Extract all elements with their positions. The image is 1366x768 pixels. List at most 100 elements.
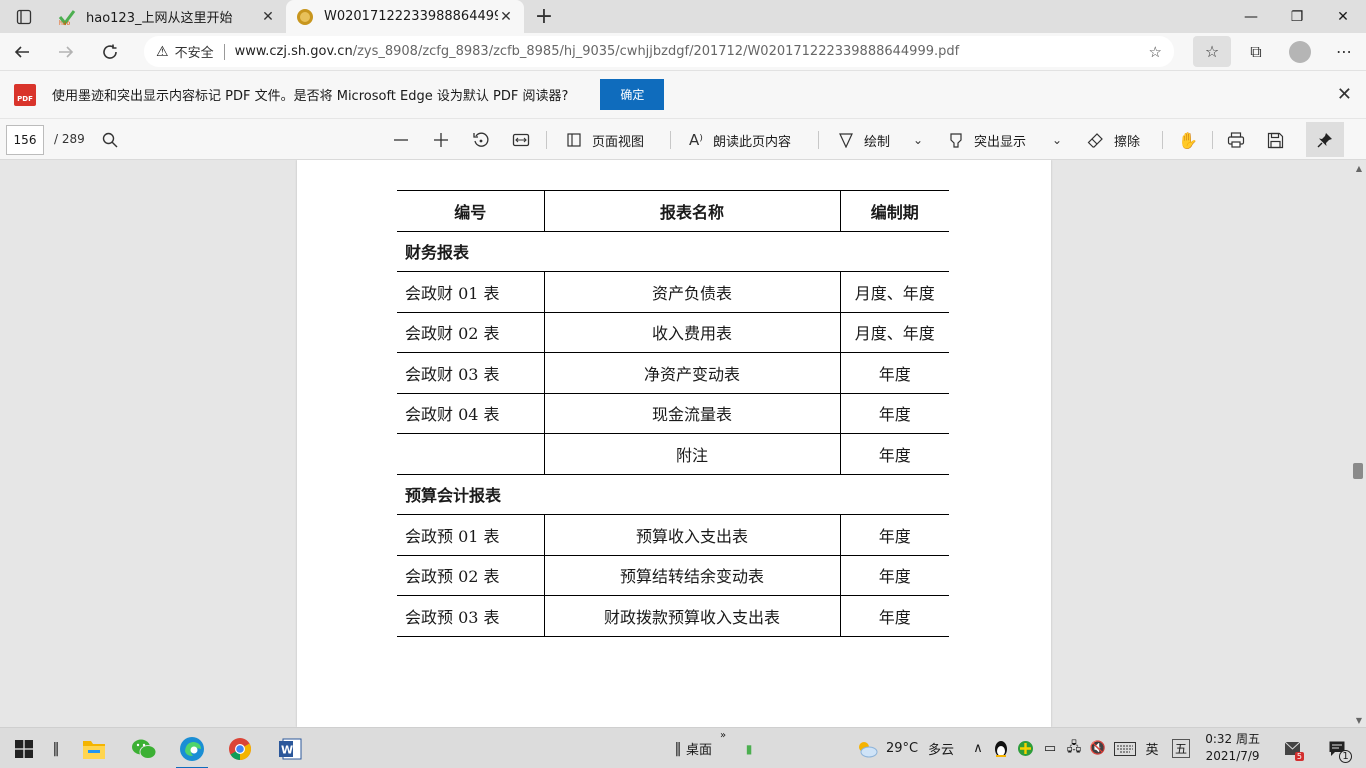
confirm-button[interactable]: 确定 xyxy=(600,79,665,110)
network-icon[interactable]: 🖧 xyxy=(1063,728,1085,768)
edge-app[interactable] xyxy=(168,728,216,768)
ime-language-indicator[interactable]: 英 xyxy=(1142,728,1162,768)
page-view-button[interactable]: 页面视图 xyxy=(566,128,644,152)
weather-description[interactable]: 多云 xyxy=(924,728,958,768)
draw-options-chevron-icon[interactable]: ⌄ xyxy=(913,128,923,152)
touch-write-icon[interactable]: ✋ xyxy=(1178,128,1198,152)
scrollbar-thumb[interactable] xyxy=(1353,463,1363,479)
mail-badge: 5 xyxy=(1294,752,1304,761)
zoom-in-icon[interactable] xyxy=(433,128,449,152)
qq-penguin-icon[interactable] xyxy=(990,728,1012,768)
tab-actions-button[interactable] xyxy=(0,0,48,33)
back-arrow-icon xyxy=(14,45,29,58)
system-clock[interactable]: 0:32 周五 2021/7/9 xyxy=(1205,731,1260,765)
toolbar-expand-icon[interactable]: » xyxy=(716,728,730,768)
chrome-app[interactable] xyxy=(216,728,264,768)
profile-avatar[interactable] xyxy=(1289,40,1311,63)
scroll-up-icon[interactable]: ▲ xyxy=(1356,164,1362,173)
highlight-options-chevron-icon[interactable]: ⌄ xyxy=(1052,128,1062,152)
toolbar-divider xyxy=(670,131,671,149)
close-tab-icon[interactable]: ✕ xyxy=(260,9,276,25)
weather-temperature[interactable]: 29°C xyxy=(884,728,920,768)
report-name-cell: 收入费用表 xyxy=(544,312,841,353)
minimize-icon[interactable]: — xyxy=(1228,0,1274,33)
report-number-cell: 会政预 02 表 xyxy=(397,555,545,596)
touch-keyboard-icon[interactable] xyxy=(1112,728,1138,768)
report-number-cell: 会政财 04 表 xyxy=(397,393,545,434)
refresh-icon xyxy=(103,44,117,59)
ime-mode-indicator[interactable]: 五 xyxy=(1170,728,1192,768)
close-tab-icon[interactable]: ✕ xyxy=(498,9,514,25)
page-number-input[interactable]: 156 xyxy=(6,125,44,155)
desktop-toolbar[interactable]: 桌面 xyxy=(684,728,714,768)
pdf-viewport[interactable]: 编号 报表名称 编制期 财务报表 会政财 01 表资产负债表 月度、年度 会政财 02… xyxy=(0,160,1366,727)
tab-pdf[interactable]: W020171222339888644999.pdf ✕ xyxy=(286,0,524,33)
section-header-row: 财务报表 xyxy=(397,231,949,272)
pdf-page: 编号 报表名称 编制期 财务报表 会政财 01 表资产负债表 月度、年度 会政财 02… xyxy=(297,160,1051,727)
close-window-icon[interactable]: ✕ xyxy=(1320,0,1366,33)
restore-icon[interactable]: ❐ xyxy=(1274,0,1320,33)
report-period-cell: 年度 xyxy=(840,352,949,394)
battery-app-icon[interactable]: ▮ xyxy=(740,728,758,768)
report-period-cell: 月度、年度 xyxy=(840,312,949,353)
print-icon[interactable] xyxy=(1227,128,1245,152)
fit-width-icon[interactable] xyxy=(512,128,530,152)
url-text[interactable]: www.czj.sh.gov.cn/zys_8908/zcfg_8983/zcf… xyxy=(235,44,1141,59)
favorites-icon[interactable]: ☆ xyxy=(1193,36,1231,67)
forward-button[interactable] xyxy=(44,33,88,70)
file-explorer-app[interactable] xyxy=(70,728,118,768)
table-row: 会政财 03 表净资产变动表 年度 xyxy=(397,352,949,394)
pin-toolbar-icon[interactable] xyxy=(1306,122,1344,157)
highlighter-icon xyxy=(950,133,962,148)
report-period-cell: 年度 xyxy=(840,393,949,434)
word-app[interactable]: W xyxy=(266,728,314,768)
warning-icon[interactable]: ⚠ xyxy=(156,44,169,60)
action-center-button[interactable]: 1 xyxy=(1320,728,1354,768)
report-name-cell: 净资产变动表 xyxy=(544,352,841,394)
forward-arrow-icon xyxy=(59,45,74,58)
new-tab-button[interactable]: + xyxy=(524,0,564,33)
weather-icon[interactable] xyxy=(852,728,882,768)
erase-button[interactable]: 擦除 xyxy=(1087,128,1140,152)
report-number-cell: 会政预 01 表 xyxy=(397,514,545,556)
page-total: / 289 xyxy=(54,132,85,146)
erase-label: 擦除 xyxy=(1114,134,1141,150)
draw-pen-icon xyxy=(839,133,853,148)
collections-icon[interactable]: ⧉ xyxy=(1234,33,1278,70)
toolbar-divider xyxy=(1212,131,1213,149)
report-number-cell: 会政财 02 表 xyxy=(397,312,545,353)
mail-app-icon[interactable]: 5 xyxy=(1282,728,1308,768)
draw-button[interactable]: 绘制 xyxy=(838,128,890,152)
refresh-button[interactable] xyxy=(88,33,132,70)
rotate-icon[interactable] xyxy=(472,128,490,152)
scroll-down-icon[interactable]: ▼ xyxy=(1356,716,1362,725)
save-icon[interactable] xyxy=(1267,128,1284,152)
settings-more-icon[interactable]: ⋯ xyxy=(1322,33,1366,70)
zoom-out-icon[interactable] xyxy=(393,128,409,152)
table-row: 会政预 03 表财政拨款预算收入支出表 年度 xyxy=(397,595,949,637)
security-label[interactable]: 不安全 xyxy=(175,42,214,61)
hao123-logo-icon: hao xyxy=(58,9,76,26)
close-infobar-icon[interactable]: ✕ xyxy=(1337,84,1352,105)
volume-muted-icon[interactable]: 🔇 xyxy=(1087,728,1109,768)
read-aloud-button[interactable]: A⁾ 朗读此页内容 xyxy=(689,128,791,152)
search-icon[interactable] xyxy=(102,128,118,152)
omnibox[interactable]: ⚠ 不安全 www.czj.sh.gov.cn/zys_8908/zcfg_89… xyxy=(144,36,1174,67)
show-hidden-icons-chevron-icon[interactable]: ∧ xyxy=(968,728,988,768)
table-row: 会政预 02 表预算结转结余变动表 年度 xyxy=(397,555,949,596)
start-button[interactable] xyxy=(0,728,48,768)
vertical-scrollbar[interactable]: ▲ ▼ xyxy=(1350,160,1366,727)
back-button[interactable] xyxy=(0,33,44,70)
tab-title: hao123_上网从这里开始 xyxy=(86,11,233,26)
wechat-app[interactable] xyxy=(120,728,168,768)
security-shield-icon[interactable] xyxy=(1014,728,1036,768)
task-view-divider[interactable]: ‖ xyxy=(50,728,62,768)
report-period-cell: 年度 xyxy=(840,433,949,475)
report-period-cell: 年度 xyxy=(840,555,949,596)
tab-hao123[interactable]: hao hao123_上网从这里开始 ✕ xyxy=(48,0,286,33)
add-favorite-icon[interactable]: ☆ xyxy=(1149,43,1162,61)
report-name-cell: 资产负债表 xyxy=(544,271,841,313)
usb-device-icon[interactable]: ▭ xyxy=(1039,728,1061,768)
file-explorer-icon xyxy=(83,740,105,759)
highlight-button[interactable]: 突出显示 xyxy=(948,128,1026,152)
